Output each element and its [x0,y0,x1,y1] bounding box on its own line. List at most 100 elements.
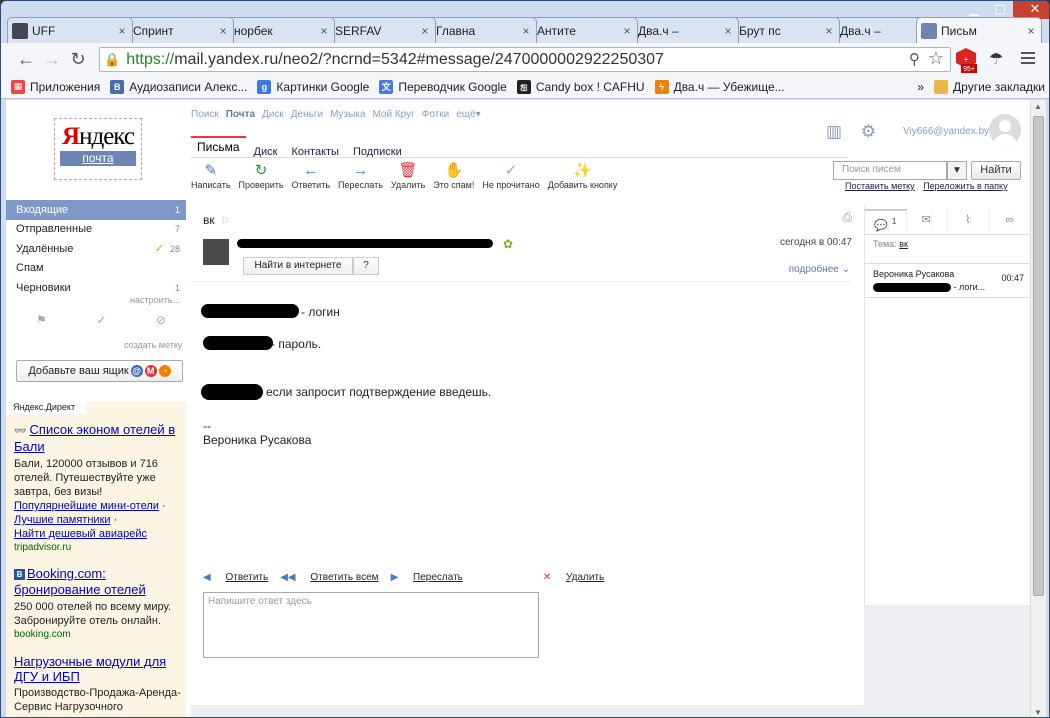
attachment-icon[interactable]: ⊘ [156,313,166,327]
browser-tab[interactable]: UFF × [7,17,133,43]
close-tab-icon[interactable]: × [116,24,128,38]
add-mailbox-button[interactable]: Добавьте ваш ящик @ M ◔ [16,360,183,382]
mail-search-input[interactable]: Поиск писем [833,161,947,180]
bookmark-star-icon[interactable]: ☆ [928,48,944,69]
ad-link[interactable]: Популярнейшие мини-отели [14,500,159,512]
logo-mail-link[interactable]: почта [60,151,136,166]
search-button[interactable]: Найти [971,161,1021,180]
folder-settings-link[interactable]: настроить... [130,295,180,305]
move-to-folder-link[interactable]: Переложить в папку [923,181,1007,191]
folder-count: 1 [174,204,180,215]
page-scrollbar[interactable]: ▲ ▼ [1030,100,1046,717]
toolbar-button[interactable]: ✎ Написать [191,162,231,190]
bookmark-item[interactable]: 文 Переводчик Google [379,79,507,94]
service-link[interactable]: Мой Круг [372,109,414,120]
bookmark-item[interactable]: В Аудиозаписи Алекс... [110,79,247,94]
thread-subject-link[interactable]: вк [899,239,908,249]
tab-thread[interactable]: 💬 1 [865,209,907,234]
ad-title[interactable]: Список эконом отелей в Бали [14,422,175,454]
service-link[interactable]: ещё▾ [456,109,480,120]
logo-text: Яндекс [62,123,135,150]
forward-button[interactable]: → [39,46,65,72]
refresh-icon: ↻ [254,162,268,179]
tab-messages[interactable]: ✉ [907,209,948,234]
close-tab-icon[interactable]: × [217,24,229,38]
reply-link[interactable]: ◀ Ответить [203,572,268,583]
flag-icon[interactable]: ⚑ [36,313,47,327]
folder-item[interactable]: Спам [6,259,186,279]
set-label-link[interactable]: Поставить метку [845,181,915,191]
extension-umbrella-button[interactable]: ☂ [989,49,1003,69]
browser-tab[interactable]: Письм × [916,17,1042,43]
scrollbar-thumb[interactable] [1033,116,1044,596]
bookmarks-overflow-button[interactable]: » [917,80,924,94]
details-toggle[interactable]: подробнее ⌄ [789,264,850,275]
toolbar-button[interactable]: ↻ Проверить [239,162,284,190]
service-link[interactable]: Почта [226,109,255,120]
print-icon[interactable]: ⎙ [842,210,852,225]
close-tab-icon[interactable]: × [318,24,330,38]
themes-icon[interactable]: ▥ [826,122,842,141]
user-avatar[interactable] [989,114,1021,146]
bookmark-item[interactable]: g Картинки Google [257,79,369,94]
close-tab-icon[interactable]: × [419,24,431,38]
service-link[interactable]: Поиск [191,109,219,120]
check-icon[interactable]: ✓ [96,313,106,327]
close-tab-icon[interactable]: × [722,24,734,38]
forward-icon: → [352,162,368,179]
settings-gear-icon[interactable]: ⚙ [861,122,876,141]
toolbar-button[interactable]: → Переслать [338,162,383,190]
search-dropdown-button[interactable]: ▼ [947,161,967,180]
quick-reply-textarea[interactable]: Напишите ответ здесь [203,592,539,658]
toolbar-button[interactable]: ✓ Не прочитано [482,162,539,190]
ad-title[interactable]: Нагрузочные модули для ДГУ и ИБП [14,654,184,684]
other-bookmarks-folder[interactable]: Другие закладки [934,79,1045,94]
toolbar-button[interactable]: ✨ Добавить кнопку [548,162,618,190]
delete-link[interactable]: ✕ Удалить [543,572,604,583]
ad-link[interactable]: Лучшие памятники [14,514,111,526]
ad-title[interactable]: Booking.com: бронирование отелей [14,566,146,597]
tab-attachments[interactable]: ⌇ [948,209,990,234]
create-label-link[interactable]: создать метку [124,340,182,350]
find-in-web-button[interactable]: Найти в интернете [243,257,353,275]
address-bar[interactable]: 🔒 https://mail.yandex.ru/neo2/?ncrnd=534… [99,47,951,72]
reply-all-link[interactable]: ◀◀ Ответить всем [280,572,378,583]
scroll-down-icon[interactable]: ▼ [1034,708,1042,717]
bookmark-item[interactable]: ▦ Приложения [11,79,100,94]
service-link[interactable]: Музыка [330,109,365,120]
toolbar-button[interactable]: ✋ Это спам! [433,162,474,190]
tab-title: Спринт [133,23,174,38]
search-icon[interactable]: ⚲ [909,50,920,68]
toolbar-button[interactable]: ← Ответить [292,162,330,190]
service-link[interactable]: Диск [262,109,284,120]
mail-tab[interactable]: Письма [191,136,246,158]
forward-link[interactable]: ▶ Переслать [391,572,463,583]
reload-button[interactable]: ↻ [65,46,91,72]
toolbar-button[interactable]: 🗑 Удалить [391,162,425,190]
folder-item[interactable]: Отправленные 7 [6,220,186,240]
help-button[interactable]: ? [353,257,379,275]
bookmark-item[interactable]: ϟ Два.ч — Убежище... [654,79,785,94]
service-link[interactable]: Фотки [422,109,450,120]
tab-links[interactable]: ∞ [990,209,1031,234]
folder-item[interactable]: Входящие 1 [6,200,186,220]
chrome-menu-button[interactable] [1019,49,1037,67]
compose-icon: ✎ [204,162,218,179]
bookmark-item[interactable]: ஐ Candy box ! CAFHU [516,79,645,94]
mark-read-icon[interactable]: ✓ [155,242,164,255]
scroll-up-icon[interactable]: ▲ [1034,102,1042,111]
close-tab-icon[interactable]: × [520,24,532,38]
close-tab-icon[interactable]: × [823,24,835,38]
confirm-line: если запросит подтверждение введешь. [266,385,492,399]
yandex-mail-logo[interactable]: Яндекс почта [54,118,142,180]
folder-item[interactable]: Удалённые ✓ 28 [6,239,186,259]
back-button[interactable]: ← [13,46,39,72]
extension-abp-button[interactable]: +95+ [955,47,977,73]
flag-outline-icon[interactable]: ⚐ [221,216,230,227]
ad-link[interactable]: Найти дешевый авиарейс [14,528,147,540]
service-link[interactable]: Деньги [291,109,323,120]
folder-count: 1 [174,282,180,293]
user-email[interactable]: Viy666@yandex.by [903,126,989,137]
close-tab-icon[interactable]: × [621,24,633,38]
close-tab-icon[interactable]: × [1025,24,1037,38]
